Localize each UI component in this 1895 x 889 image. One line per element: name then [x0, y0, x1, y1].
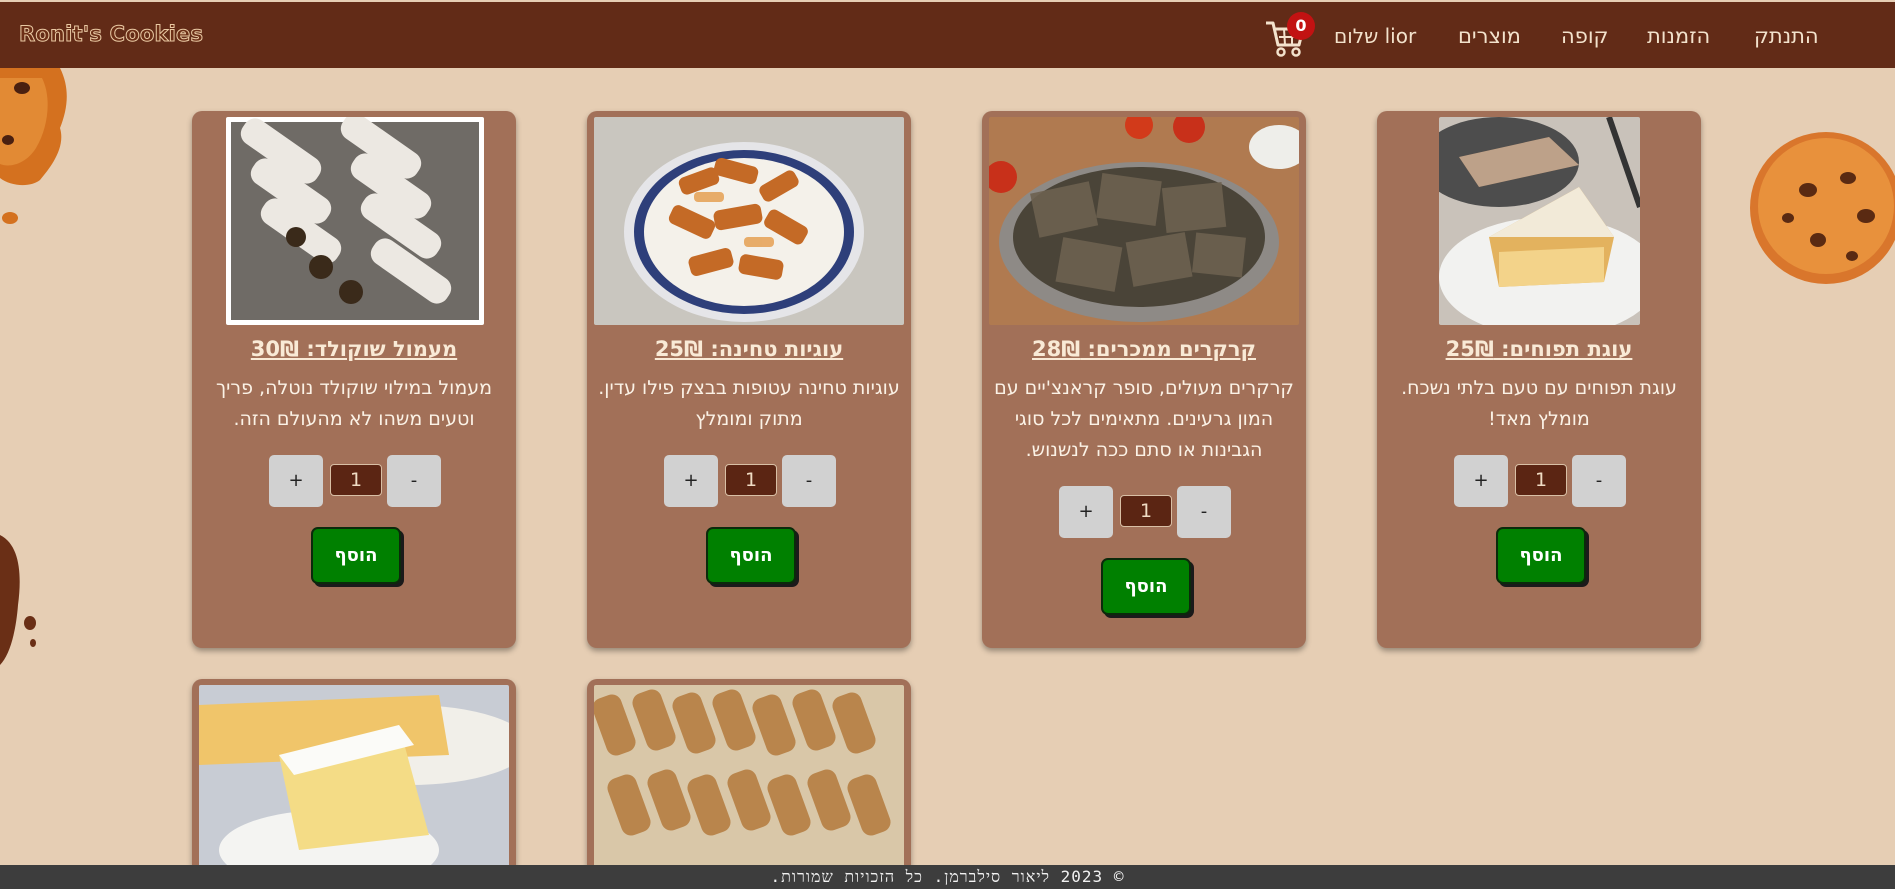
product-title: מעמול שוקולד: 30₪ — [250, 337, 458, 361]
product-card: עוגת תפוחים: 25₪ עוגת תפוחים עם טעם בלתי… — [1377, 111, 1701, 648]
nav-checkout-link[interactable]: קופה — [1561, 24, 1608, 48]
increase-quantity-button[interactable]: + — [1059, 486, 1113, 538]
product-description: מעמול במילוי שוקולד נוטלה, פריך וטעים מש… — [215, 377, 493, 430]
add-to-cart-button[interactable]: הוסף — [706, 527, 796, 584]
seed-crackers-photo — [989, 117, 1299, 325]
tahini-filo-cookies-photo — [594, 117, 904, 325]
increase-quantity-button[interactable]: + — [269, 455, 323, 507]
decrease-quantity-button[interactable]: - — [1177, 486, 1231, 538]
quantity-field[interactable]: 1 — [1515, 464, 1567, 496]
quantity-field[interactable]: 1 — [1120, 495, 1172, 527]
add-to-cart-button[interactable]: הוסף — [311, 527, 401, 584]
product-description: עוגיות טחינה עטופות בבצק פילו עדין. מתוק… — [598, 377, 900, 430]
top-navbar: Ronit's Cookies התנתק הזמנות קופה מוצרים… — [0, 2, 1895, 68]
product-card: עוגיות טחינה: 25₪ עוגיות טחינה עטופות בב… — [587, 111, 911, 648]
sponge-cake-photo — [199, 685, 509, 885]
increase-quantity-button[interactable]: + — [1454, 455, 1508, 507]
quantity-stepper: + 1 - — [587, 455, 911, 507]
quantity-stepper: + 1 - — [982, 486, 1306, 538]
product-card — [587, 679, 911, 885]
user-greeting: שלום lior — [1334, 24, 1417, 48]
apple-cake-photo — [1439, 117, 1640, 325]
quantity-stepper: + 1 - — [192, 455, 516, 507]
decrease-quantity-button[interactable]: - — [1572, 455, 1626, 507]
nav-orders-link[interactable]: הזמנות — [1647, 24, 1710, 48]
decrease-quantity-button[interactable]: - — [387, 455, 441, 507]
quantity-field[interactable]: 1 — [725, 464, 777, 496]
increase-quantity-button[interactable]: + — [664, 455, 718, 507]
decrease-quantity-button[interactable]: - — [782, 455, 836, 507]
nav-logout-link[interactable]: התנתק — [1754, 24, 1819, 48]
chocolate-maamoul-photo — [226, 117, 484, 325]
product-description: עוגת תפוחים עם טעם בלתי נשכח. מומלץ מאד! — [1401, 377, 1677, 430]
product-title: קרקרים ממכרים: 28₪ — [1032, 337, 1256, 361]
quantity-field[interactable]: 1 — [330, 464, 382, 496]
biscotti-photo — [594, 685, 904, 885]
product-title: עוגיות טחינה: 25₪ — [654, 337, 844, 361]
quantity-stepper: + 1 - — [1377, 455, 1701, 507]
nav-products-link[interactable]: מוצרים — [1458, 24, 1521, 48]
product-card: קרקרים ממכרים: 28₪ קרקרים מעולים, סופר ק… — [982, 111, 1306, 648]
chocolate-drip-decoration-left — [0, 535, 36, 665]
product-card: מעמול שוקולד: 30₪ מעמול במילוי שוקולד נו… — [192, 111, 516, 648]
site-logo[interactable]: Ronit's Cookies — [18, 22, 203, 47]
cart-count-badge: 0 — [1287, 12, 1315, 40]
add-to-cart-button[interactable]: הוסף — [1101, 558, 1191, 615]
page-footer: © 2023 ליאור סילברמן. כל הזכויות שמורות. — [0, 865, 1895, 889]
cookie-decoration-right — [1750, 132, 1895, 284]
product-description: קרקרים מעולים, סופר קראנצ'יים עם המון גר… — [994, 377, 1294, 461]
product-title: עוגת תפוחים: 25₪ — [1445, 337, 1633, 361]
product-card — [192, 679, 516, 885]
cookie-decoration-top-left — [0, 68, 67, 224]
add-to-cart-button[interactable]: הוסף — [1496, 527, 1586, 584]
